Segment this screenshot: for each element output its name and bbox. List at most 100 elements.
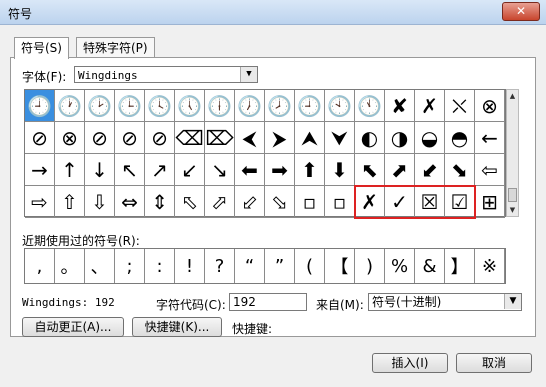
symbol-cell[interactable]: ⊘ [25,122,55,154]
symbol-cell[interactable]: 🕚 [355,90,385,122]
close-button[interactable]: ✕ [502,2,540,21]
symbol-cell[interactable]: 🕕 [205,90,235,122]
symbol-cell[interactable]: ⊘ [145,122,175,154]
symbol-cell[interactable]: ✘ [385,90,415,122]
symbol-cell[interactable]: ◓ [445,122,475,154]
symbol-cell[interactable]: 🕒 [115,90,145,122]
char-code-input[interactable]: 192 [229,293,307,311]
symbol-cell[interactable]: ⊗ [475,90,505,122]
symbol-cell[interactable]: 🕘 [25,90,55,122]
cancel-button[interactable]: 取消 [456,353,532,373]
symbol-cell[interactable]: ← [475,122,505,154]
symbol-cell[interactable]: ⬅ [235,154,265,186]
recent-symbol-cell[interactable]: ) [355,249,385,283]
symbol-cell[interactable]: ⬁ [175,186,205,218]
symbol-cell[interactable]: ↙ [175,154,205,186]
symbol-cell[interactable]: ⮞ [265,122,295,154]
recent-symbol-cell[interactable]: : [145,249,175,283]
recent-symbol-cell[interactable]: ? [205,249,235,283]
recent-symbol-cell[interactable]: ; [115,249,145,283]
recent-symbol-cell[interactable]: , [25,249,55,283]
symbol-cell[interactable]: ▫ [325,186,355,218]
symbol-cell[interactable]: ⛌ [445,90,475,122]
recent-symbol-cell[interactable]: ” [265,249,295,283]
symbol-cell[interactable]: 🕔 [175,90,205,122]
recent-symbol-cell[interactable]: ※ [475,249,505,283]
symbol-cell[interactable]: ⊘ [85,122,115,154]
symbol-cell[interactable]: ⇦ [475,154,505,186]
symbol-cell[interactable]: ↖ [115,154,145,186]
symbol-cell[interactable]: ⬇ [325,154,355,186]
shortcut-key-button[interactable]: 快捷键(K)... [132,317,222,337]
symbol-cell[interactable]: ⇧ [55,186,85,218]
symbol-cell[interactable]: ◑ [385,122,415,154]
grid-scrollbar[interactable]: ▲ ▼ [506,89,519,217]
symbol-cell[interactable]: → [25,154,55,186]
symbol-cell[interactable]: ↑ [55,154,85,186]
symbol-cell[interactable]: ⬋ [415,154,445,186]
recent-symbol-cell[interactable]: “ [235,249,265,283]
symbol-cell[interactable]: ▫ [295,186,325,218]
scroll-up-icon[interactable]: ▲ [507,90,518,102]
symbol-cell[interactable]: ⬂ [265,186,295,218]
shortcut-text: 快捷键: [232,322,273,336]
symbol-cell[interactable]: ⬈ [385,154,415,186]
symbol-cell[interactable]: ◐ [355,122,385,154]
from-select[interactable]: 符号(十进制) ▼ [368,293,522,311]
symbol-cell[interactable]: 🕙 [325,90,355,122]
symbol-cell[interactable]: ⌫ [175,122,205,154]
symbol-cell[interactable]: ⬊ [445,154,475,186]
font-label: 字体(F): [22,70,67,84]
recent-symbol-cell[interactable]: 。 [55,249,85,283]
symbol-cell[interactable]: ⬉ [355,154,385,186]
symbol-cell[interactable]: ✗ [355,186,385,218]
symbol-cell[interactable]: ⮜ [235,122,265,154]
symbol-cell[interactable]: ⊞ [475,186,505,218]
symbol-cell[interactable]: ⇕ [145,186,175,218]
autocorrect-button[interactable]: 自动更正(A)... [22,317,124,337]
chevron-down-icon[interactable]: ▼ [504,294,521,309]
recent-symbol-cell[interactable]: ( [295,249,325,283]
symbol-cell[interactable]: 🕐 [55,90,85,122]
symbol-cell[interactable]: ↗ [145,154,175,186]
symbol-cell[interactable]: ✗ [415,90,445,122]
recent-symbol-cell[interactable]: 【 [325,249,355,283]
symbol-cell[interactable]: ⊗ [55,122,85,154]
symbol-cell[interactable]: 🕖 [235,90,265,122]
recent-symbol-cell[interactable]: % [385,249,415,283]
symbol-cell[interactable]: ↘ [205,154,235,186]
scroll-down-icon[interactable]: ▼ [507,204,518,216]
recent-symbol-cell[interactable]: 】 [445,249,475,283]
symbol-cell[interactable]: ◒ [415,122,445,154]
symbol-cell[interactable]: ⮟ [325,122,355,154]
recent-symbol-cell[interactable]: & [415,249,445,283]
symbol-cell[interactable]: ✓ [385,186,415,218]
recent-symbols-grid: ,。、;:!? “”(【)% &】 ※ [24,248,506,284]
recent-symbol-cell[interactable]: 、 [85,249,115,283]
symbol-cell[interactable]: ⊘ [115,122,145,154]
symbol-cell[interactable]: 🕑 [85,90,115,122]
symbol-cell[interactable]: ⮝ [295,122,325,154]
symbol-cell[interactable]: ⇔ [115,186,145,218]
symbol-cell[interactable]: ⬃ [235,186,265,218]
tab-special-characters[interactable]: 特殊字符(P) [76,37,155,58]
symbol-cell[interactable]: ⬀ [205,186,235,218]
scroll-thumb[interactable] [508,188,517,202]
symbol-cell[interactable]: 🕘 [295,90,325,122]
symbol-cell[interactable]: ☒ [415,186,445,218]
symbol-cell[interactable]: ☑ [445,186,475,218]
insert-button[interactable]: 插入(I) [372,353,448,373]
symbol-cell[interactable]: ⬆ [295,154,325,186]
symbol-cell[interactable]: ⌦ [205,122,235,154]
symbol-cell[interactable]: 🕗 [265,90,295,122]
recent-symbol-cell[interactable]: ! [175,249,205,283]
symbol-cell[interactable]: 🕓 [145,90,175,122]
title-bar: 符号 ✕ [0,0,546,25]
font-select[interactable]: Wingdings ▼ [74,66,258,83]
tab-symbols[interactable]: 符号(S) [14,37,69,59]
symbol-cell[interactable]: ↓ [85,154,115,186]
symbol-cell[interactable]: ⇨ [25,186,55,218]
symbol-cell[interactable]: ⇩ [85,186,115,218]
symbol-cell[interactable]: ➡ [265,154,295,186]
chevron-down-icon[interactable]: ▼ [240,67,257,82]
